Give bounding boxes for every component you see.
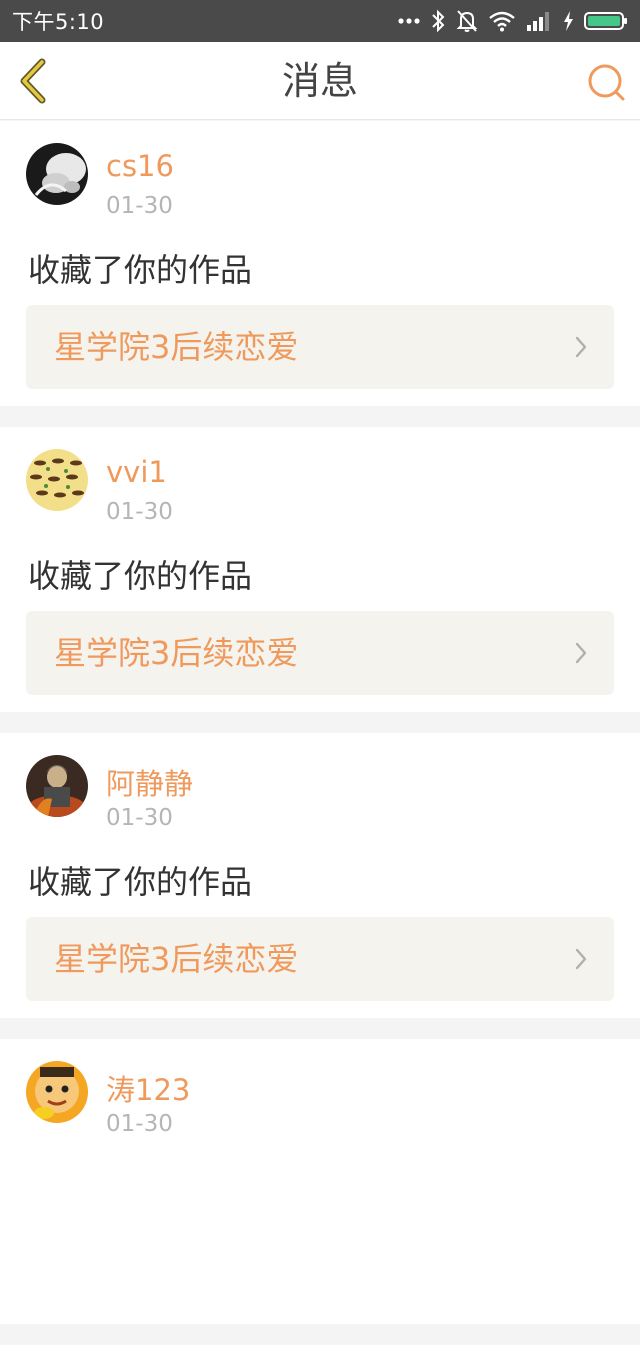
work-link[interactable]: 星学院3后续恋爱 (26, 917, 614, 1001)
bell-muted-icon (456, 10, 478, 32)
message-date: 01-30 (106, 805, 173, 831)
avatar[interactable] (26, 449, 88, 511)
chevron-right-icon (575, 642, 587, 664)
more-dots-icon (398, 18, 420, 24)
page-title: 消息 (281, 59, 358, 103)
avatar[interactable] (26, 755, 88, 817)
user-name[interactable]: vvi1 (106, 455, 167, 489)
status-icons (398, 9, 628, 33)
work-title: 星学院3后续恋爱 (54, 940, 299, 978)
message-text: 收藏了你的作品 (28, 863, 253, 901)
message-text: 收藏了你的作品 (28, 557, 253, 595)
message-card: vvi1 01-30 收藏了你的作品 星学院3后续恋爱 (0, 427, 640, 712)
avatar[interactable] (26, 1061, 88, 1123)
work-link[interactable]: 星学院3后续恋爱 (26, 305, 614, 389)
message-date: 01-30 (106, 193, 173, 219)
user-name[interactable]: 阿静静 (106, 761, 193, 803)
work-title: 星学院3后续恋爱 (54, 328, 299, 366)
wifi-icon (489, 11, 515, 32)
search-button[interactable] (586, 62, 626, 102)
status-bar: 下午5:10 (0, 0, 640, 42)
avatar[interactable] (26, 143, 88, 205)
message-card: 阿静静 01-30 收藏了你的作品 星学院3后续恋爱 (0, 733, 640, 1018)
chevron-right-icon (575, 336, 587, 358)
charging-icon (564, 11, 573, 31)
battery-icon (584, 12, 627, 30)
message-text: 收藏了你的作品 (28, 251, 253, 289)
user-name[interactable]: 涛123 (106, 1067, 190, 1109)
signal-icon (527, 12, 549, 31)
message-list: cs16 01-30 收藏了你的作品 星学院3后续恋爱 vvi1 01-30 收… (0, 121, 640, 1345)
nav-bar: 消息 (0, 42, 640, 120)
status-time: 下午5:10 (12, 10, 105, 34)
work-link[interactable]: 星学院3后续恋爱 (26, 611, 614, 695)
bluetooth-icon (432, 9, 445, 33)
message-date: 01-30 (106, 1111, 173, 1137)
search-icon (588, 64, 625, 101)
chevron-right-icon (575, 948, 587, 970)
work-title: 星学院3后续恋爱 (54, 634, 299, 672)
user-name[interactable]: cs16 (106, 149, 174, 183)
message-card: 涛123 01-30 (0, 1039, 640, 1324)
message-card: cs16 01-30 收藏了你的作品 星学院3后续恋爱 (0, 121, 640, 406)
message-date: 01-30 (106, 499, 173, 525)
